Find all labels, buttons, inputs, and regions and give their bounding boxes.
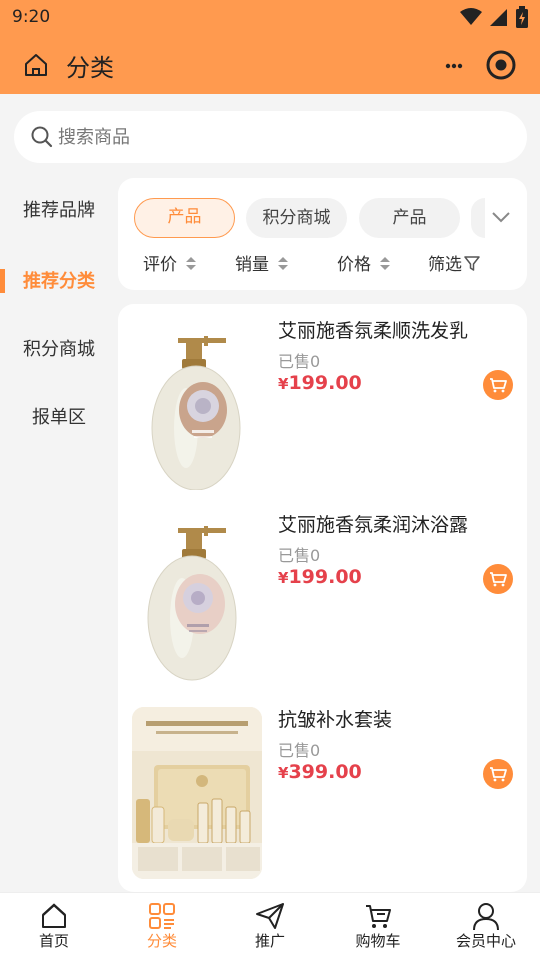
sort-rating[interactable]: 评价 xyxy=(143,250,197,275)
sidebar-item-label: 推荐分类 xyxy=(23,271,95,292)
product-image[interactable] xyxy=(132,707,262,879)
tab-category[interactable]: 分类 xyxy=(108,893,216,960)
chip-label: 产品 xyxy=(167,207,202,227)
search-input[interactable] xyxy=(58,123,498,151)
category-icon xyxy=(149,903,175,929)
sort-label: 评价 xyxy=(143,255,177,275)
status-time: 9:20 xyxy=(12,7,51,27)
add-to-cart-button[interactable] xyxy=(483,370,513,400)
cart-icon xyxy=(490,767,507,782)
chip-product[interactable]: 产品 xyxy=(134,198,235,238)
home-icon xyxy=(42,903,66,928)
product-item[interactable]: 艾丽施香氛柔润沐浴露 已售0 ¥199.00 xyxy=(118,498,527,684)
chip-points-mall[interactable]: 积分商城 xyxy=(246,198,347,238)
sort-arrows-icon xyxy=(186,256,196,270)
price-value: 199.00 xyxy=(288,372,362,394)
cart-icon xyxy=(490,378,507,393)
product-image[interactable] xyxy=(132,512,262,684)
sidebar-active-indicator xyxy=(0,269,5,293)
tab-label: 推广 xyxy=(254,932,285,950)
product-sold-count: 已售0 xyxy=(278,352,321,371)
status-icons xyxy=(460,6,528,28)
sidebar-item-label: 报单区 xyxy=(32,407,86,428)
price-value: 399.00 xyxy=(288,761,362,783)
filter-card: 产品 积分商城 产品 评价 销量 价格 筛选 xyxy=(118,178,527,290)
sidebar-item-brands[interactable]: 推荐品牌 xyxy=(0,191,118,231)
sort-arrows-icon xyxy=(278,256,288,270)
page-title: 分类 xyxy=(66,54,114,82)
add-to-cart-button[interactable] xyxy=(483,564,513,594)
cart-icon xyxy=(490,572,507,587)
chip-product-2[interactable]: 产品 xyxy=(359,198,460,238)
product-title[interactable]: 抗皱补水套装 xyxy=(278,705,392,732)
status-bar: 9:20 xyxy=(0,0,540,34)
chevron-down-icon[interactable] xyxy=(490,206,512,228)
chip-overflow[interactable] xyxy=(471,198,485,238)
product-sold-count: 已售0 xyxy=(278,741,321,760)
product-item[interactable]: 艾丽施香氛柔顺洗发乳 已售0 ¥199.00 xyxy=(118,304,527,490)
category-sidebar: 推荐品牌 推荐分类 积分商城 报单区 xyxy=(0,178,118,458)
sidebar-item-label: 推荐品牌 xyxy=(23,200,95,221)
tab-member-center[interactable]: 会员中心 xyxy=(432,893,540,960)
wifi-icon xyxy=(460,8,482,25)
product-list: 艾丽施香氛柔顺洗发乳 已售0 ¥199.00 艾丽施香氛柔润沐浴露 已售0 ¥1… xyxy=(118,304,527,892)
battery-icon xyxy=(516,6,528,28)
user-icon xyxy=(473,903,499,931)
search-icon xyxy=(31,126,53,148)
sort-sales[interactable]: 销量 xyxy=(235,250,289,275)
tab-promote[interactable]: 推广 xyxy=(216,893,324,960)
filter-icon xyxy=(464,255,480,271)
more-icon[interactable] xyxy=(440,52,468,80)
chip-label: 产品 xyxy=(392,208,427,228)
tab-cart[interactable]: 购物车 xyxy=(324,893,432,960)
tab-label: 购物车 xyxy=(355,932,401,950)
chip-label: 积分商城 xyxy=(262,208,331,228)
sort-label: 销量 xyxy=(235,255,269,275)
sort-arrows-icon xyxy=(380,256,390,270)
sidebar-item-points-mall[interactable]: 积分商城 xyxy=(0,330,118,370)
paper-plane-icon xyxy=(256,903,284,929)
product-price: ¥399.00 xyxy=(278,761,362,783)
tab-home[interactable]: 首页 xyxy=(0,893,108,960)
product-sold-count: 已售0 xyxy=(278,546,321,565)
bottom-tab-bar: 首页 分类 推广 购物车 会员中心 xyxy=(0,892,540,960)
tab-label: 会员中心 xyxy=(455,932,516,950)
search-bar[interactable] xyxy=(14,111,527,163)
sort-label: 筛选 xyxy=(428,255,462,275)
cart-icon xyxy=(366,905,391,928)
sort-filter[interactable]: 筛选 xyxy=(428,250,480,275)
product-title[interactable]: 艾丽施香氛柔润沐浴露 xyxy=(278,510,468,537)
home-icon[interactable] xyxy=(22,51,50,79)
price-value: 199.00 xyxy=(288,566,362,588)
add-to-cart-button[interactable] xyxy=(483,759,513,789)
header: 分类 xyxy=(0,34,540,94)
product-image[interactable] xyxy=(132,318,262,490)
currency-symbol: ¥ xyxy=(278,375,289,393)
currency-symbol: ¥ xyxy=(278,764,289,782)
product-item[interactable]: 抗皱补水套装 已售0 ¥399.00 xyxy=(118,693,527,879)
product-title[interactable]: 艾丽施香氛柔顺洗发乳 xyxy=(278,316,468,343)
tab-label: 首页 xyxy=(38,932,69,950)
signal-icon xyxy=(490,9,507,26)
product-price: ¥199.00 xyxy=(278,372,362,394)
sort-label: 价格 xyxy=(337,255,371,275)
sidebar-item-label: 积分商城 xyxy=(23,339,95,360)
sidebar-item-categories[interactable]: 推荐分类 xyxy=(0,262,118,302)
currency-symbol: ¥ xyxy=(278,569,289,587)
target-icon[interactable] xyxy=(484,48,518,82)
sidebar-item-order-zone[interactable]: 报单区 xyxy=(0,398,118,438)
product-price: ¥199.00 xyxy=(278,566,362,588)
sort-price[interactable]: 价格 xyxy=(337,250,391,275)
tab-label: 分类 xyxy=(146,932,177,950)
